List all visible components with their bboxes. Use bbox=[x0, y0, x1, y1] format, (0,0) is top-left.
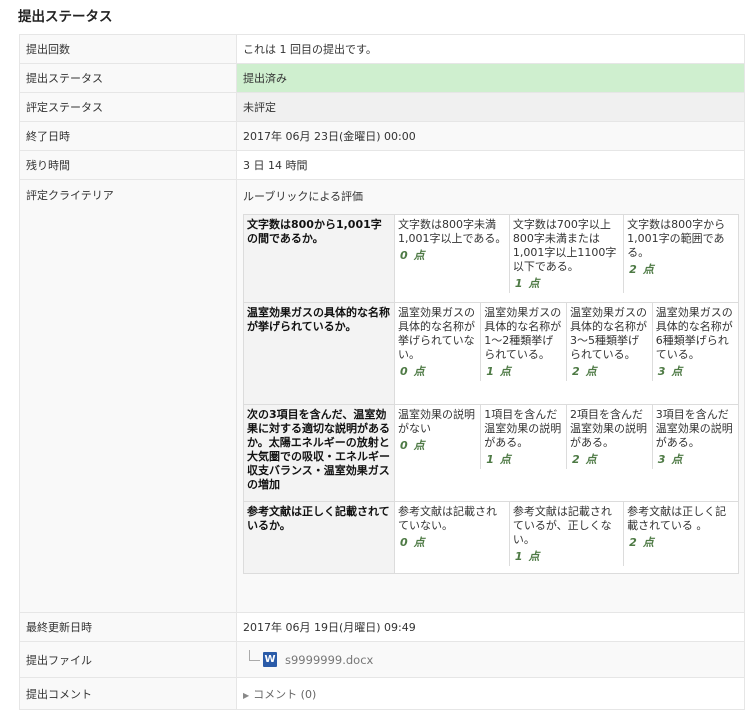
level-definition: 参考文献は記載されていない。 bbox=[398, 505, 497, 532]
level-score: 2点 bbox=[572, 365, 597, 378]
grading-status-value: 未評定 bbox=[236, 92, 745, 122]
level-definition: 文字数は800字から1,001字の範囲である。 bbox=[627, 218, 726, 259]
level-definition: 温室効果ガスの具体的な名称が3～5種類挙げられている。 bbox=[570, 306, 647, 361]
time-remaining-value: 3 日 14 時間 bbox=[236, 150, 745, 180]
rubric-level: 文字数は700字以上800字未満または1,001字以上1100字以下である。 1… bbox=[508, 215, 624, 293]
level-definition: 参考文献は正しく記載されている 。 bbox=[627, 505, 727, 532]
rubric-level: 温室効果ガスの具体的な名称が1～2種類挙げられている。 1点 bbox=[480, 303, 567, 381]
rubric-criterion-row: 次の3項目を含んだ、温室効果に対する適切な説明があるか。太陽エネルギーの放射と大… bbox=[243, 404, 739, 502]
level-definition: 温室効果ガスの具体的な名称が6種類挙げられている。 bbox=[655, 306, 733, 361]
level-definition: 2項目を含んだ温室効果の説明がある。 bbox=[570, 408, 647, 449]
submission-comments-label: 提出コメント bbox=[19, 677, 237, 710]
rubric-criterion-row: 文字数は800から1,001字の間であるか。 文字数は800字未満1,001字以… bbox=[243, 214, 739, 303]
level-definition: 文字数は800字未満1,001字以上である。 bbox=[398, 218, 507, 245]
rubric-level: 温室効果ガスの具体的な名称が3～5種類挙げられている。 2点 bbox=[566, 303, 653, 381]
grading-method: ルーブリックによる評価 bbox=[243, 190, 364, 203]
level-score: 1点 bbox=[514, 550, 540, 563]
submitted-file-link[interactable]: s9999999.docx bbox=[285, 653, 373, 667]
level-definition: 参考文献は記載されているが、正しくない。 bbox=[512, 505, 612, 546]
expand-triangle-icon: ▶ bbox=[243, 690, 250, 700]
level-definition: 1項目を含んだ温室効果の説明がある。 bbox=[484, 408, 562, 449]
rubric-criterion-description: 文字数は800から1,001字の間であるか。 bbox=[243, 214, 395, 303]
grading-criteria-value: ルーブリックによる評価 文字数は800から1,001字の間であるか。 文字数は8… bbox=[236, 179, 745, 613]
rubric-level: 参考文献は正しく記載されている 。 2点 bbox=[623, 502, 738, 566]
attempt-value: これは 1 回目の提出です。 bbox=[236, 34, 745, 64]
time-remaining-label: 残り時間 bbox=[19, 150, 237, 180]
word-document-icon: W bbox=[263, 652, 277, 667]
rubric-level: 3項目を含んだ温室効果の説明がある。 3点 bbox=[651, 405, 738, 469]
rubric-criterion-row: 温室効果ガスの具体的な名称が挙げられているか。 温室効果ガスの具体的な名称が挙げ… bbox=[243, 302, 739, 405]
level-score: 0点 bbox=[400, 536, 425, 549]
submission-status-value: 提出済み bbox=[236, 63, 745, 93]
rubric-level: 温室効果の説明がない 0点 bbox=[395, 405, 481, 469]
page-heading: 提出ステータス bbox=[18, 9, 113, 25]
grading-status-label: 評定ステータス bbox=[19, 92, 237, 122]
level-score: 0点 bbox=[400, 365, 425, 378]
level-score: 1点 bbox=[486, 453, 511, 466]
rubric-table: 文字数は800から1,001字の間であるか。 文字数は800字未満1,001字以… bbox=[243, 214, 739, 574]
due-date-value: 2017年 06月 23日(金曜日) 00:00 bbox=[236, 121, 745, 151]
level-score: 1点 bbox=[486, 365, 511, 378]
last-modified-value: 2017年 06月 19日(月曜日) 09:49 bbox=[236, 612, 745, 642]
level-definition: 温室効果ガスの具体的な名称が挙げられていない。 bbox=[398, 306, 475, 361]
rubric-level: 温室効果ガスの具体的な名称が6種類挙げられている。 3点 bbox=[651, 303, 738, 381]
level-score: 2点 bbox=[572, 453, 597, 466]
grading-criteria-label: 評定クライテリア bbox=[19, 179, 237, 613]
rubric-criterion-description: 参考文献は正しく記載されているか。 bbox=[243, 501, 395, 574]
submission-status-label: 提出ステータス bbox=[19, 63, 237, 93]
rubric-level: 温室効果ガスの具体的な名称が挙げられていない。 0点 bbox=[395, 303, 481, 381]
last-modified-label: 最終更新日時 bbox=[19, 612, 237, 642]
comments-toggle[interactable]: ▶ コメント (0) bbox=[243, 688, 316, 701]
rubric-level: 文字数は800字未満1,001字以上である。 0点 bbox=[395, 215, 510, 293]
tree-branch bbox=[249, 650, 260, 661]
level-score: 1点 bbox=[514, 277, 540, 290]
level-definition: 3項目を含んだ温室効果の説明がある。 bbox=[655, 408, 733, 449]
rubric-level: 参考文献は記載されていない。 0点 bbox=[395, 502, 510, 566]
submission-status-table: 提出回数 これは 1 回目の提出です。 提出ステータス 提出済み 評定ステータス… bbox=[19, 34, 745, 710]
rubric-level: 2項目を含んだ温室効果の説明がある。 2点 bbox=[566, 405, 653, 469]
rubric-criterion-description: 温室効果ガスの具体的な名称が挙げられているか。 bbox=[243, 302, 395, 405]
level-score: 3点 bbox=[657, 453, 683, 466]
rubric-level: 参考文献は記載されているが、正しくない。 1点 bbox=[508, 502, 624, 566]
rubric-level: 文字数は800字から1,001字の範囲である。 2点 bbox=[623, 215, 738, 293]
due-date-label: 終了日時 bbox=[19, 121, 237, 151]
attempt-label: 提出回数 bbox=[19, 34, 237, 64]
rubric-level: 1項目を含んだ温室効果の説明がある。 1点 bbox=[480, 405, 567, 469]
level-score: 2点 bbox=[629, 263, 654, 276]
level-score: 3点 bbox=[657, 365, 683, 378]
level-score: 0点 bbox=[400, 439, 425, 452]
rubric-criterion-description: 次の3項目を含んだ、温室効果に対する適切な説明があるか。太陽エネルギーの放射と大… bbox=[243, 404, 395, 502]
file-submissions-label: 提出ファイル bbox=[19, 641, 237, 678]
level-definition: 文字数は700字以上800字未満または1,001字以上1100字以下である。 bbox=[512, 218, 617, 273]
level-definition: 温室効果の説明がない bbox=[398, 408, 475, 435]
level-score: 2点 bbox=[629, 536, 654, 549]
level-definition: 温室効果ガスの具体的な名称が1～2種類挙げられている。 bbox=[484, 306, 562, 361]
level-score: 0点 bbox=[400, 249, 425, 262]
rubric-criterion-row: 参考文献は正しく記載されているか。 参考文献は記載されていない。 0点 参考文献… bbox=[243, 501, 739, 574]
file-tree: W s9999999.docx bbox=[243, 650, 738, 667]
